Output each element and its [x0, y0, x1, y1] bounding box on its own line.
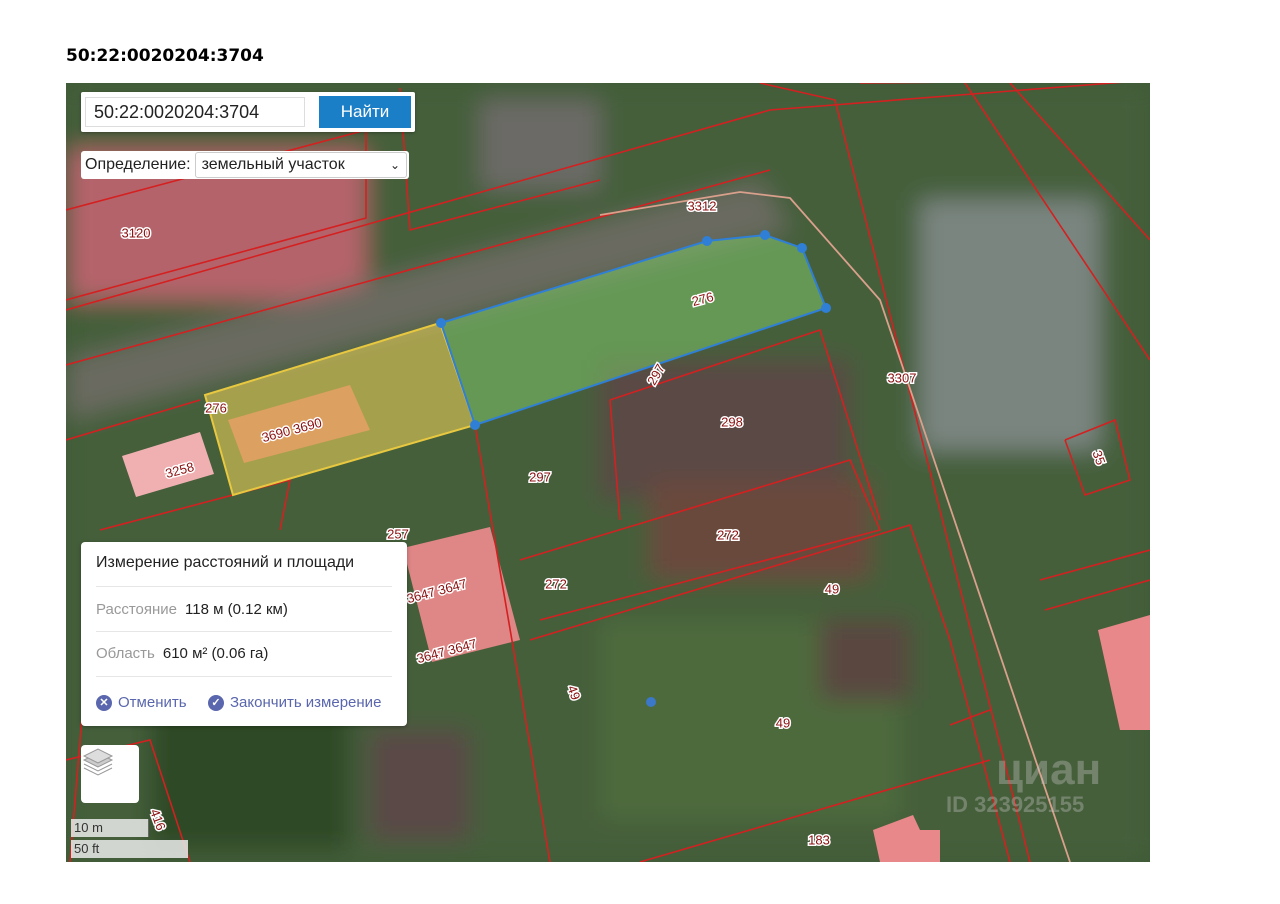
parcel-label: 183 [808, 832, 830, 847]
finish-label: Закончить измерение [230, 694, 382, 711]
watermark-id: ID 323925155 [946, 792, 1085, 817]
search-bar: Найти [81, 92, 415, 132]
watermark-brand: циан [996, 745, 1102, 794]
layers-button[interactable] [81, 745, 139, 803]
divider [96, 586, 392, 587]
parcel-label: 297 [529, 469, 551, 484]
scale-metric: 10 m [71, 819, 149, 837]
parcel-label: 3307 [888, 370, 917, 385]
map[interactable]: 3120 3312 276 276 3690 3690 3258 297 298 3307 35 2… [66, 83, 1150, 862]
distance-label: Расстояние [96, 601, 178, 618]
parcel-label: 276 [205, 400, 227, 415]
check-icon: ✓ [208, 694, 224, 711]
divider [96, 631, 392, 632]
distance-value: 118 м (0.12 км) [185, 601, 288, 618]
scale-imperial: 50 ft [71, 840, 188, 858]
cancel-button[interactable]: ✕ Отменить [96, 694, 187, 711]
map-canvas[interactable]: 312033122762763690 369032582972983307352… [66, 83, 1150, 862]
area-value: 610 м² (0.06 га) [162, 645, 269, 662]
divider [96, 676, 392, 677]
cadastral-search-input[interactable] [85, 97, 305, 127]
parcel-label: 3312 [688, 198, 717, 213]
distance-row: Расстояние 118 м (0.12 км) [96, 601, 288, 618]
cancel-icon: ✕ [96, 694, 112, 711]
layers-icon [82, 748, 114, 776]
parcel-label: 3120 [122, 225, 151, 240]
definition-select[interactable]: земельный участок ⌄ [194, 152, 407, 178]
definition-label: Определение: [85, 156, 191, 173]
parcel-label: 272 [545, 576, 567, 591]
chevron-down-icon: ⌄ [389, 158, 400, 172]
cancel-label: Отменить [118, 694, 187, 711]
parcel-label: 49 [825, 581, 839, 596]
measure-panel-title: Измерение расстояний и площади [96, 554, 355, 571]
document-title: 50:22:0020204:3704 [66, 46, 264, 66]
definition-control: Определение: земельный участок ⌄ [81, 151, 409, 179]
finish-measurement-button[interactable]: ✓ Закончить измерение [208, 694, 381, 711]
parcel-label: 49 [776, 715, 790, 730]
measure-panel: Измерение расстояний и площади Расстояни… [81, 542, 407, 726]
definition-selected: земельный участок [201, 156, 345, 173]
area-row: Область 610 м² (0.06 га) [96, 645, 268, 662]
area-label: Область [96, 645, 155, 662]
watermark: циан ID 323925155 [946, 748, 1101, 818]
find-button[interactable]: Найти [319, 96, 411, 128]
parcel-label: 257 [387, 526, 409, 541]
parcel-label: 298 [721, 414, 743, 429]
parcel-label: 272 [717, 527, 739, 542]
